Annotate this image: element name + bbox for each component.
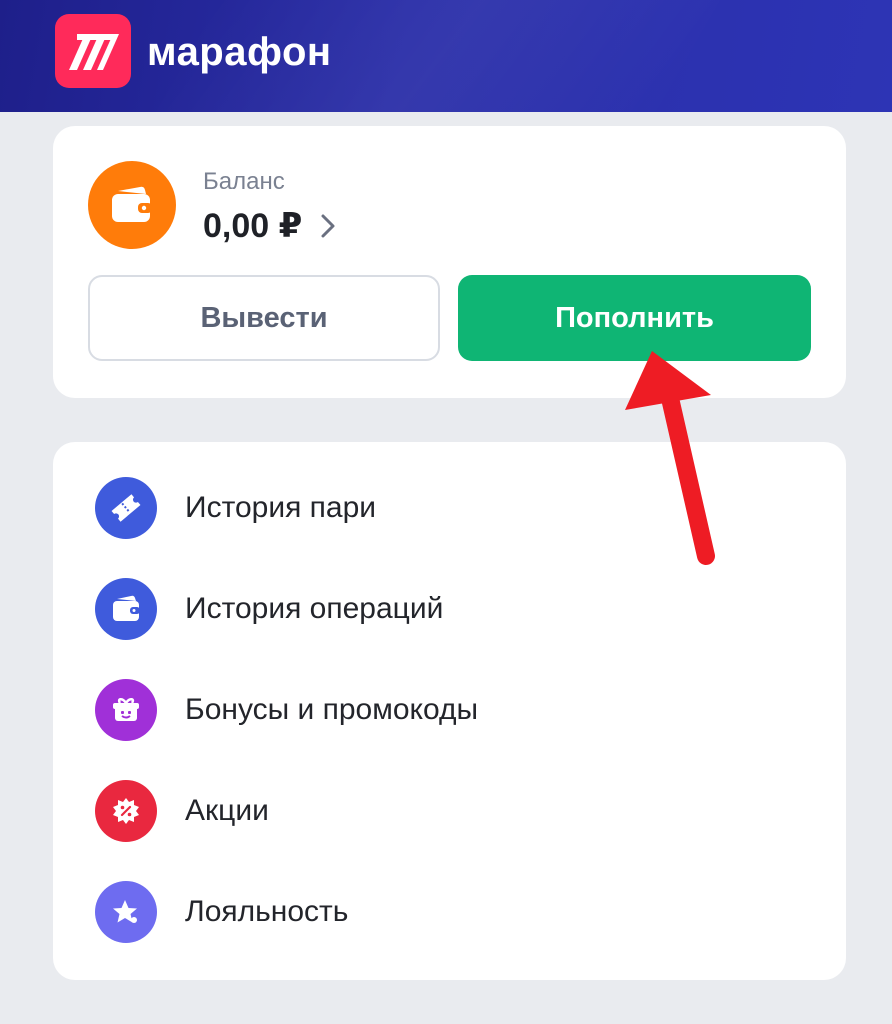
balance-amount: 0,00 ₽ — [203, 207, 303, 245]
wallet-icon — [95, 578, 157, 640]
menu-item-label: История операций — [185, 592, 444, 625]
menu-item-promotions[interactable]: Акции — [95, 779, 795, 843]
menu-item-label: Акции — [185, 794, 269, 827]
menu-item-label: Лояльность — [185, 895, 349, 928]
marathon-logo-icon[interactable] — [55, 14, 131, 88]
balance-row[interactable]: 0,00 ₽ — [203, 206, 336, 246]
menu-item-label: История пари — [185, 491, 377, 524]
chevron-right-icon[interactable] — [320, 213, 336, 239]
menu-item-label: Бонусы и промокоды — [185, 693, 479, 726]
brand-name[interactable]: марафон — [147, 28, 332, 76]
menu-item-bet-history[interactable]: История пари — [95, 476, 795, 540]
menu-item-bonuses[interactable]: Бонусы и промокоды — [95, 678, 795, 742]
account-menu: История пари История операций Бонусы и п… — [53, 442, 846, 980]
withdraw-button[interactable]: Вывести — [88, 275, 440, 361]
discount-badge-icon — [95, 780, 157, 842]
balance-card: Баланс 0,00 ₽ Вывести Пополнить — [53, 126, 846, 398]
wallet-icon — [88, 161, 176, 249]
gift-icon — [95, 679, 157, 741]
app-header: марафон — [0, 0, 892, 112]
menu-item-operations-history[interactable]: История операций — [95, 577, 795, 641]
menu-item-loyalty[interactable]: Лояльность — [95, 880, 795, 944]
deposit-button[interactable]: Пополнить — [458, 275, 811, 361]
ticket-icon — [95, 477, 157, 539]
star-icon — [95, 881, 157, 943]
balance-label: Баланс — [203, 168, 285, 195]
